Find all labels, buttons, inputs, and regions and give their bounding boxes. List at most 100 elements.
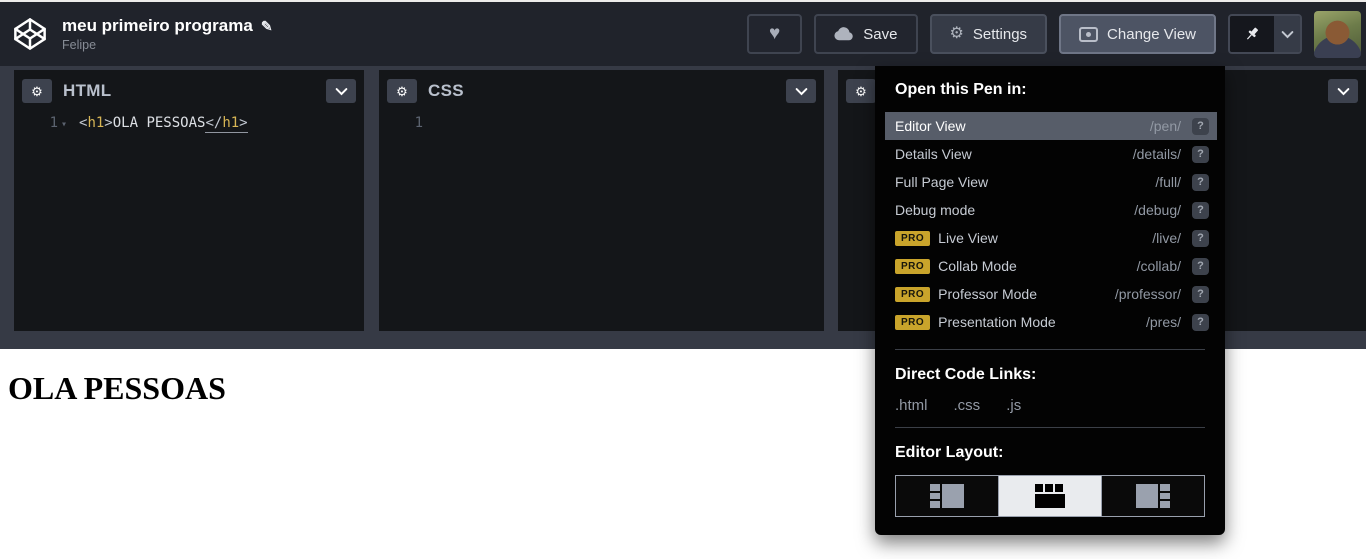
direct-code-links-heading: Direct Code Links: xyxy=(895,366,1037,383)
css-settings-button[interactable]: ⚙ xyxy=(387,79,417,103)
line-number: 1 xyxy=(414,115,423,131)
menu-item-label: Live View xyxy=(938,230,998,246)
divider xyxy=(895,427,1205,428)
js-settings-button[interactable]: ⚙ xyxy=(846,79,876,103)
menu-item-path: /full/ xyxy=(1155,174,1181,190)
pen-author: Felipe xyxy=(62,37,97,52)
html-settings-button[interactable]: ⚙ xyxy=(22,79,52,103)
settings-button-label: Settings xyxy=(972,25,1028,43)
code-line: 1 xyxy=(379,115,824,131)
menu-item-label: Collab Mode xyxy=(938,258,1017,274)
help-icon[interactable]: ? xyxy=(1192,285,1209,303)
change-view-dropdown: Open this Pen in: Editor View /pen/ ? De… xyxy=(875,66,1225,535)
editor-layout-heading: Editor Layout: xyxy=(895,444,1004,461)
help-icon[interactable]: ? xyxy=(1192,117,1209,135)
gear-icon: ⚙ xyxy=(31,83,43,99)
change-view-button[interactable]: Change View xyxy=(1059,14,1216,54)
menu-item-label: Full Page View xyxy=(895,174,989,190)
menu-item-label: Professor Mode xyxy=(938,286,1037,302)
panel-css: ⚙ CSS 1 xyxy=(379,70,824,331)
menu-item-path: /pen/ xyxy=(1149,118,1181,134)
code-content: <h1>OLA PESSOAS</h1> xyxy=(79,115,248,133)
menu-item-collab-mode[interactable]: PRO Collab Mode /collab/ ? xyxy=(885,252,1217,280)
menu-item-label: Debug mode xyxy=(895,202,976,218)
line-number: 1 xyxy=(49,115,58,131)
direct-link-js[interactable]: .js xyxy=(1006,397,1021,414)
css-code-editor[interactable]: 1 xyxy=(379,106,824,331)
edit-title-icon[interactable]: ✎ xyxy=(261,18,273,34)
love-button[interactable]: ♥ xyxy=(747,14,803,54)
header: meu primeiro programa ✎ Felipe ♥ Save ⚙ … xyxy=(0,0,1366,66)
pushpin-icon xyxy=(1246,27,1259,40)
panel-html-title: HTML xyxy=(63,81,112,100)
html-code-editor[interactable]: 1 ▾ <h1>OLA PESSOAS</h1> xyxy=(14,106,364,331)
menu-item-path: /debug/ xyxy=(1134,202,1181,218)
html-collapse-button[interactable] xyxy=(326,79,356,103)
layout-left-button[interactable] xyxy=(896,476,998,516)
view-icon xyxy=(1079,26,1099,42)
menu-item-live-view[interactable]: PRO Live View /live/ ? xyxy=(885,224,1217,252)
header-actions: ♥ Save ⚙ Settings Change View xyxy=(747,10,1361,58)
change-view-button-label: Change View xyxy=(1107,25,1196,43)
direct-link-css[interactable]: .css xyxy=(954,397,981,414)
chevron-down-icon xyxy=(1337,87,1349,95)
direct-code-links: .html .css .js xyxy=(895,397,1205,414)
divider xyxy=(895,349,1205,350)
panel-css-title: CSS xyxy=(428,81,464,100)
menu-item-label: Details View xyxy=(895,146,972,162)
fold-arrow-icon[interactable]: ▾ xyxy=(61,119,71,130)
panel-html: ⚙ HTML 1 ▾ <h1>OLA PESSOAS</h1> xyxy=(14,70,364,331)
chevron-down-icon xyxy=(335,87,347,95)
pen-title: meu primeiro programa xyxy=(62,16,253,36)
help-icon[interactable]: ? xyxy=(1192,229,1209,247)
heart-icon: ♥ xyxy=(769,23,781,44)
menu-item-presentation-mode[interactable]: PRO Presentation Mode /pres/ ? xyxy=(885,308,1217,336)
layout-top-icon xyxy=(1035,484,1065,508)
code-line: 1 ▾ <h1>OLA PESSOAS</h1> xyxy=(14,115,364,133)
layout-right-button[interactable] xyxy=(1101,476,1204,516)
cloud-icon xyxy=(834,27,854,41)
codepen-logo-icon[interactable] xyxy=(12,16,48,52)
menu-item-full-page-view[interactable]: Full Page View /full/ ? xyxy=(885,168,1217,196)
panel-html-header: ⚙ HTML xyxy=(14,70,364,106)
menu-item-path: /pres/ xyxy=(1145,314,1181,330)
gear-icon: ⚙ xyxy=(949,25,964,42)
gear-icon: ⚙ xyxy=(396,83,408,99)
menu-item-professor-mode[interactable]: PRO Professor Mode /professor/ ? xyxy=(885,280,1217,308)
css-collapse-button[interactable] xyxy=(786,79,816,103)
panel-css-header: ⚙ CSS xyxy=(379,70,824,106)
dropdown-heading: Open this Pen in: xyxy=(895,81,1027,98)
save-button[interactable]: Save xyxy=(814,14,918,54)
pin-button-group[interactable] xyxy=(1228,14,1302,54)
save-button-label: Save xyxy=(863,25,898,43)
menu-item-debug-mode[interactable]: Debug mode /debug/ ? xyxy=(885,196,1217,224)
layout-left-icon xyxy=(930,484,964,509)
help-icon[interactable]: ? xyxy=(1192,173,1209,191)
settings-button[interactable]: ⚙ Settings xyxy=(929,14,1048,54)
menu-item-path: /collab/ xyxy=(1136,258,1181,274)
menu-item-details-view[interactable]: Details View /details/ ? xyxy=(885,140,1217,168)
menu-item-path: /live/ xyxy=(1152,230,1181,246)
menu-item-label: Editor View xyxy=(895,118,966,134)
help-icon[interactable]: ? xyxy=(1192,313,1209,331)
help-icon[interactable]: ? xyxy=(1192,257,1209,275)
menu-item-path: /details/ xyxy=(1132,146,1181,162)
editor-layout-group xyxy=(895,475,1205,517)
js-collapse-button[interactable] xyxy=(1328,79,1358,103)
pin-dropdown-toggle[interactable] xyxy=(1274,16,1300,52)
pro-badge: PRO xyxy=(895,286,931,302)
help-icon[interactable]: ? xyxy=(1192,145,1209,163)
user-avatar[interactable] xyxy=(1314,10,1361,58)
pro-badge: PRO xyxy=(895,314,931,330)
chevron-down-icon xyxy=(1281,30,1293,38)
direct-link-html[interactable]: .html xyxy=(895,397,928,414)
help-icon[interactable]: ? xyxy=(1192,201,1209,219)
pin-button[interactable] xyxy=(1230,16,1274,52)
gear-icon: ⚙ xyxy=(855,83,867,99)
layout-top-button[interactable] xyxy=(998,476,1101,516)
menu-item-label: Presentation Mode xyxy=(938,314,1056,330)
pro-badge: PRO xyxy=(895,230,931,246)
layout-right-icon xyxy=(1136,484,1170,509)
pro-badge: PRO xyxy=(895,258,931,274)
menu-item-editor-view[interactable]: Editor View /pen/ ? xyxy=(885,112,1217,140)
